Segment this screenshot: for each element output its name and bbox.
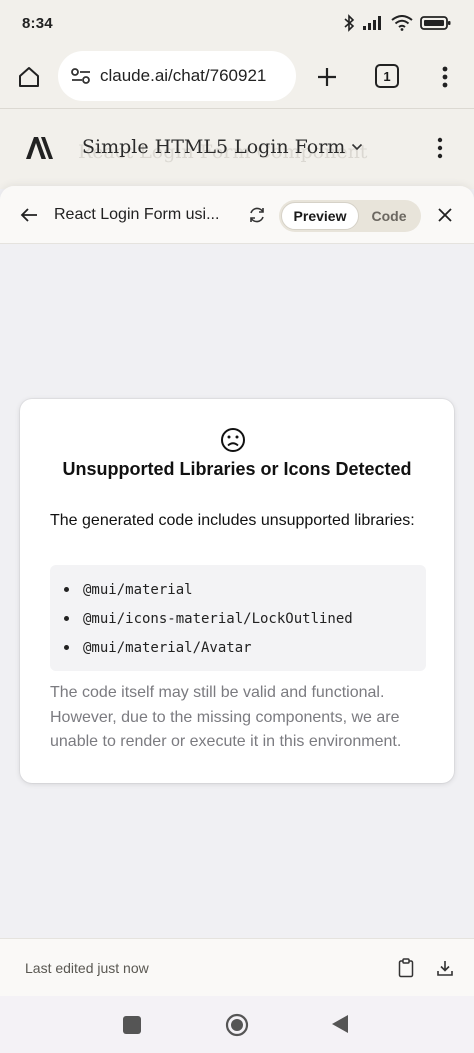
home-button-icon[interactable] xyxy=(225,1013,249,1037)
tab-switcher-button[interactable]: 1 xyxy=(375,64,399,88)
error-note: The code itself may still be valid and f… xyxy=(50,684,402,750)
bluetooth-icon xyxy=(344,14,355,32)
close-icon xyxy=(438,208,452,222)
unsupported-libraries-card: Unsupported Libraries or Icons Detected … xyxy=(20,399,454,783)
status-time: 8:34 xyxy=(22,14,53,32)
anthropic-logo-icon xyxy=(26,137,53,159)
artifact-header: React Login Form usi... Preview Code xyxy=(0,186,474,244)
browser-toolbar: claude.ai/chat/760921 1 xyxy=(0,46,474,108)
signal-icon xyxy=(363,16,381,30)
download-button[interactable] xyxy=(435,957,455,979)
bullet xyxy=(64,645,69,650)
error-description: The generated code includes unsupported … xyxy=(50,512,415,529)
new-tab-button[interactable] xyxy=(312,62,342,92)
library-name: @mui/material xyxy=(83,581,193,598)
last-edited-text: Last edited just now xyxy=(25,960,149,976)
tab-code[interactable]: Code xyxy=(359,202,419,230)
recent-apps-button[interactable] xyxy=(123,1016,141,1034)
copy-button[interactable] xyxy=(396,957,416,979)
url-bar[interactable]: claude.ai/chat/760921 xyxy=(58,51,296,101)
library-list: @mui/material @mui/icons-material/LockOu… xyxy=(50,565,426,671)
back-triangle-icon[interactable] xyxy=(330,1013,350,1035)
library-name: @mui/material/Avatar xyxy=(83,639,252,656)
clipboard-icon xyxy=(398,958,414,978)
bullet xyxy=(64,616,69,621)
site-settings-icon xyxy=(71,68,90,84)
artifact-back-button[interactable] xyxy=(16,202,42,228)
url-text: claude.ai/chat/760921 xyxy=(100,66,267,85)
artifact-title: React Login Form usi... xyxy=(54,206,220,223)
list-item: @mui/material xyxy=(64,575,426,604)
more-vertical-icon xyxy=(442,66,448,88)
artifact-footer: Last edited just now xyxy=(0,938,474,996)
status-icons xyxy=(343,14,452,32)
tab-preview[interactable]: Preview xyxy=(281,202,359,230)
status-bar: 8:34 xyxy=(0,0,474,46)
chat-title-dropdown[interactable]: Simple HTML5 Login Form xyxy=(82,136,363,158)
refresh-icon xyxy=(250,207,264,223)
artifact-panel: React Login Form usi... Preview Code Uns… xyxy=(0,186,474,996)
list-item: @mui/material/Avatar xyxy=(64,633,426,662)
arrow-left-icon xyxy=(20,208,37,222)
plus-icon xyxy=(318,68,336,86)
more-vertical-icon xyxy=(437,137,443,159)
error-title: Unsupported Libraries or Icons Detected xyxy=(62,459,412,479)
download-icon xyxy=(437,961,453,976)
chevron-down-icon xyxy=(352,143,363,151)
chat-title: Simple HTML5 Login Form xyxy=(82,136,346,158)
chat-menu-button[interactable] xyxy=(428,133,452,163)
browser-menu-button[interactable] xyxy=(430,62,460,92)
home-icon xyxy=(19,67,39,87)
refresh-button[interactable] xyxy=(244,202,270,228)
browser-home-button[interactable] xyxy=(14,62,44,92)
close-artifact-button[interactable] xyxy=(432,202,458,228)
view-toggle: Preview Code xyxy=(279,200,421,232)
sad-face-icon xyxy=(221,428,245,452)
bullet xyxy=(64,587,69,592)
library-name: @mui/icons-material/LockOutlined xyxy=(83,610,353,627)
list-item: @mui/icons-material/LockOutlined xyxy=(64,604,426,633)
chat-header: React Login Form Component Simple HTML5 … xyxy=(0,109,474,189)
system-nav-bar xyxy=(0,996,474,1053)
wifi-icon xyxy=(391,15,413,31)
battery-icon xyxy=(420,16,451,30)
